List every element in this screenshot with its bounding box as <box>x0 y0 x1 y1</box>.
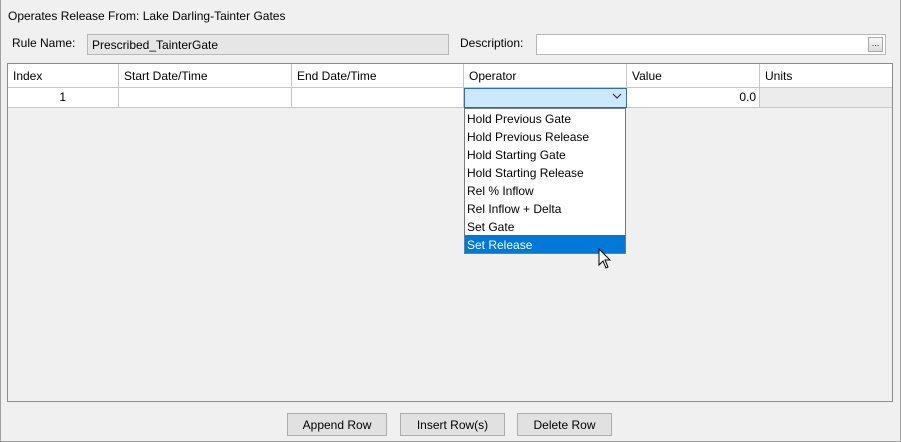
description-ellipsis-button[interactable]: ... <box>868 37 883 52</box>
column-header-operator[interactable]: Operator <box>464 64 627 87</box>
option-set-gate[interactable]: Set Gate <box>465 217 625 235</box>
cell-index[interactable]: 1 <box>8 88 119 107</box>
option-rel-inflow-delta[interactable]: Rel Inflow + Delta <box>465 199 625 217</box>
cell-start-datetime[interactable] <box>119 88 292 107</box>
append-row-button[interactable]: Append Row <box>287 413 387 436</box>
cell-end-datetime[interactable] <box>292 88 464 107</box>
column-header-value[interactable]: Value <box>627 64 760 87</box>
description-field[interactable]: ... <box>536 34 886 55</box>
description-label: Description: <box>460 36 524 50</box>
option-rel-percent-inflow[interactable]: Rel % Inflow <box>465 181 625 199</box>
option-hold-previous-release[interactable]: Hold Previous Release <box>465 127 625 145</box>
mouse-pointer-icon <box>598 247 612 273</box>
panel-header: Operates Release From: Lake Darling-Tain… <box>8 9 286 23</box>
rule-name-field[interactable]: Prescribed_TainterGate <box>87 34 449 55</box>
cell-units <box>760 88 892 107</box>
cell-value[interactable]: 0.0 <box>627 88 760 107</box>
insert-rows-button[interactable]: Insert Row(s) <box>400 413 505 436</box>
option-hold-starting-gate[interactable]: Hold Starting Gate <box>465 145 625 163</box>
rules-table: Index Start Date/Time End Date/Time Oper… <box>7 63 893 402</box>
option-hold-previous-gate[interactable]: Hold Previous Gate <box>465 109 625 127</box>
chevron-down-icon[interactable] <box>612 92 622 103</box>
rule-name-label: Rule Name: <box>12 36 76 50</box>
operator-dropdown-list[interactable]: Hold Previous Gate Hold Previous Release… <box>464 108 626 254</box>
column-header-end[interactable]: End Date/Time <box>292 64 464 87</box>
table-header: Index Start Date/Time End Date/Time Oper… <box>8 64 892 88</box>
operator-combo[interactable] <box>464 88 627 108</box>
column-header-units[interactable]: Units <box>760 64 892 87</box>
delete-row-button[interactable]: Delete Row <box>517 413 612 436</box>
table-row[interactable]: 1 0.0 <box>8 88 892 108</box>
column-header-start[interactable]: Start Date/Time <box>119 64 292 87</box>
column-header-index[interactable]: Index <box>8 64 119 87</box>
option-hold-starting-release[interactable]: Hold Starting Release <box>465 163 625 181</box>
